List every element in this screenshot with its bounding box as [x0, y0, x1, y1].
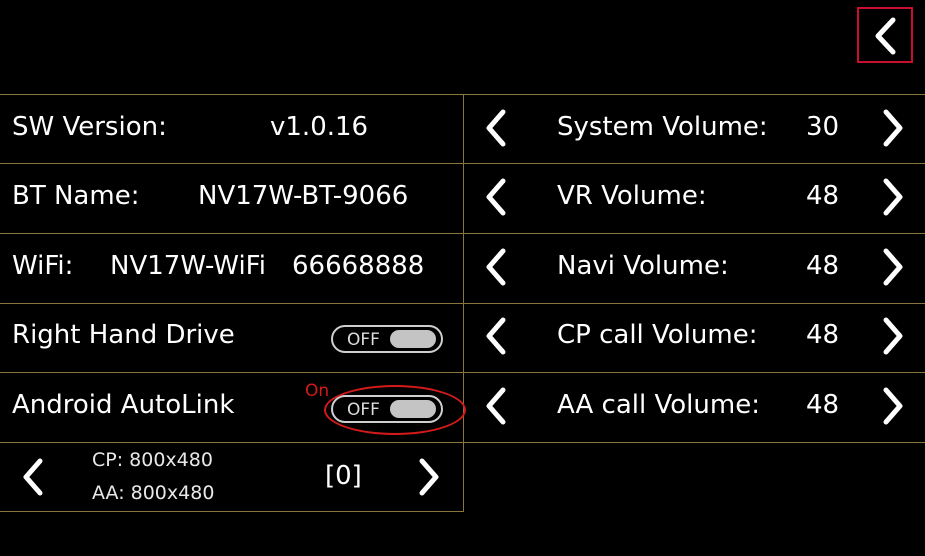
aa-call-volume-value: 48 [806, 390, 840, 420]
vr-volume-decrease-button[interactable] [481, 176, 511, 218]
system-volume-label: System Volume: [557, 112, 768, 142]
toggle-state: OFF [347, 330, 380, 350]
resolution-index: [0] [325, 461, 362, 491]
column-divider [463, 94, 464, 512]
annotation-circle [324, 385, 466, 435]
navi-volume-increase-button[interactable] [878, 246, 908, 288]
cp-call-volume-value: 48 [806, 320, 840, 350]
divider [0, 511, 464, 512]
wifi-label: WiFi: [12, 251, 74, 281]
toggle-knob [390, 330, 436, 348]
right-hand-drive-label: Right Hand Drive [12, 320, 235, 350]
resolution-prev-button[interactable] [18, 456, 48, 498]
navi-volume-value: 48 [806, 251, 840, 281]
system-volume-increase-button[interactable] [878, 107, 908, 149]
vr-volume-increase-button[interactable] [878, 176, 908, 218]
resolution-next-button[interactable] [414, 456, 444, 498]
bt-name-label: BT Name: [12, 181, 140, 211]
bt-name-value: NV17W-BT-9066 [198, 181, 409, 211]
wifi-name: NV17W-WiFi [110, 251, 266, 281]
back-button[interactable] [857, 7, 913, 63]
cp-resolution: CP: 800x480 [92, 449, 213, 471]
chevron-left-icon [875, 17, 896, 55]
system-volume-decrease-button[interactable] [481, 107, 511, 149]
navi-volume-label: Navi Volume: [557, 251, 729, 281]
aa-call-volume-increase-button[interactable] [878, 385, 908, 427]
cp-call-volume-label: CP call Volume: [557, 320, 758, 350]
cp-call-volume-increase-button[interactable] [878, 315, 908, 357]
sw-version-value: v1.0.16 [270, 112, 369, 142]
cp-call-volume-decrease-button[interactable] [481, 315, 511, 357]
system-volume-value: 30 [806, 112, 840, 142]
annotation-text: On [305, 381, 330, 401]
right-hand-drive-toggle[interactable]: OFF [331, 325, 443, 353]
aa-call-volume-label: AA call Volume: [557, 390, 760, 420]
android-autolink-label: Android AutoLink [12, 390, 235, 420]
aa-resolution: AA: 800x480 [92, 482, 215, 504]
vr-volume-value: 48 [806, 181, 840, 211]
wifi-password: 66668888 [292, 251, 425, 281]
aa-call-volume-decrease-button[interactable] [481, 385, 511, 427]
vr-volume-label: VR Volume: [557, 181, 707, 211]
sw-version-label: SW Version: [12, 112, 167, 142]
navi-volume-decrease-button[interactable] [481, 246, 511, 288]
